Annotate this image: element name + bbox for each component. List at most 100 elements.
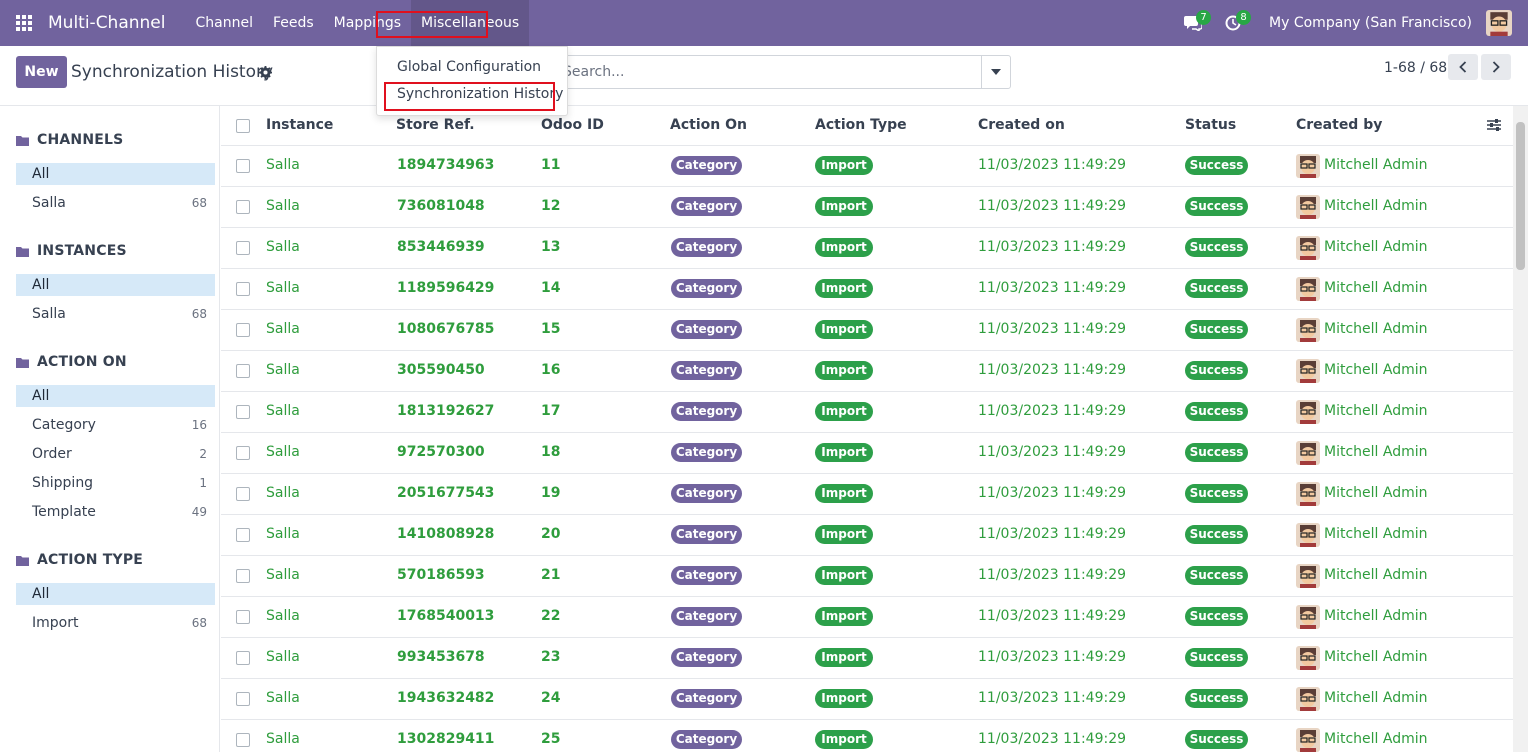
gear-icon[interactable] bbox=[259, 64, 272, 83]
section-title: ACTION TYPE bbox=[37, 552, 144, 568]
cell-instance: Salla bbox=[266, 649, 300, 665]
nav-channel[interactable]: Channel bbox=[185, 0, 262, 46]
row-checkbox[interactable] bbox=[236, 651, 250, 665]
cell-created-on: 11/03/2023 11:49:29 bbox=[978, 444, 1127, 460]
table-row[interactable]: Salla 1768540013 22 Category Import 11/03/202… bbox=[221, 597, 1513, 638]
column-action-on[interactable]: Action On bbox=[670, 117, 747, 133]
row-checkbox[interactable] bbox=[236, 241, 250, 255]
menu-item-synchronization-history[interactable]: Synchronization History bbox=[397, 86, 563, 102]
avatar bbox=[1296, 195, 1320, 219]
table-row[interactable]: Salla 736081048 12 Category Import 11/03/2023… bbox=[221, 187, 1513, 228]
filter-instance-all[interactable]: All bbox=[16, 274, 215, 296]
filter-action-on-category[interactable]: Category 16 bbox=[16, 414, 215, 436]
status-badge: Success bbox=[1185, 525, 1248, 544]
row-checkbox[interactable] bbox=[236, 159, 250, 173]
table-row[interactable]: Salla 1943632482 24 Category Import 11/03/202… bbox=[221, 679, 1513, 720]
row-checkbox[interactable] bbox=[236, 200, 250, 214]
pager-next[interactable] bbox=[1481, 54, 1511, 80]
row-checkbox[interactable] bbox=[236, 323, 250, 337]
filter-action-on-order[interactable]: Order 2 bbox=[16, 443, 215, 465]
pager-previous[interactable] bbox=[1448, 54, 1478, 80]
action-on-badge: Category bbox=[671, 402, 742, 421]
app-brand[interactable]: Multi-Channel bbox=[48, 13, 165, 33]
filter-channel-salla[interactable]: Salla 68 bbox=[16, 192, 215, 214]
avatar bbox=[1296, 728, 1320, 752]
row-checkbox[interactable] bbox=[236, 364, 250, 378]
cell-created-by: Mitchell Admin bbox=[1324, 731, 1428, 747]
activities-button[interactable]: 8 bbox=[1213, 0, 1253, 46]
column-status[interactable]: Status bbox=[1185, 117, 1236, 133]
row-checkbox[interactable] bbox=[236, 405, 250, 419]
cell-store-ref: 305590450 bbox=[397, 362, 485, 378]
table-row[interactable]: Salla 1080676785 15 Category Import 11/03/202… bbox=[221, 310, 1513, 351]
action-on-badge: Category bbox=[671, 197, 742, 216]
apps-menu-icon[interactable] bbox=[0, 0, 48, 46]
column-created-by[interactable]: Created by bbox=[1296, 117, 1382, 133]
table-row[interactable]: Salla 853446939 13 Category Import 11/03/2023… bbox=[221, 228, 1513, 269]
row-checkbox[interactable] bbox=[236, 692, 250, 706]
cell-created-on: 11/03/2023 11:49:29 bbox=[978, 403, 1127, 419]
row-checkbox[interactable] bbox=[236, 569, 250, 583]
column-store-ref[interactable]: Store Ref. bbox=[396, 117, 475, 133]
cell-instance: Salla bbox=[266, 321, 300, 337]
menu-item-global-configuration[interactable]: Global Configuration bbox=[397, 59, 541, 75]
filter-action-on-all[interactable]: All bbox=[16, 385, 215, 407]
status-badge: Success bbox=[1185, 402, 1248, 421]
messages-button[interactable]: 7 bbox=[1173, 0, 1213, 46]
filter-action-on-template[interactable]: Template 49 bbox=[16, 501, 215, 523]
row-checkbox[interactable] bbox=[236, 528, 250, 542]
table-row[interactable]: Salla 570186593 21 Category Import 11/03/2023… bbox=[221, 556, 1513, 597]
row-checkbox[interactable] bbox=[236, 487, 250, 501]
row-checkbox[interactable] bbox=[236, 733, 250, 747]
column-created-on[interactable]: Created on bbox=[978, 117, 1065, 133]
company-switcher[interactable]: My Company (San Francisco) bbox=[1269, 15, 1472, 31]
table-row[interactable]: Salla 1894734963 11 Category Import 11/03/202… bbox=[221, 146, 1513, 187]
filter-count: 1 bbox=[199, 476, 207, 490]
table-row[interactable]: Salla 1813192627 17 Category Import 11/03/202… bbox=[221, 392, 1513, 433]
table-row[interactable]: Salla 305590450 16 Category Import 11/03/2023… bbox=[221, 351, 1513, 392]
user-avatar[interactable] bbox=[1486, 10, 1512, 36]
avatar bbox=[1296, 523, 1320, 547]
action-on-badge: Category bbox=[671, 525, 742, 544]
filter-channel-all[interactable]: All bbox=[16, 163, 215, 185]
column-instance[interactable]: Instance bbox=[266, 117, 333, 133]
select-all-checkbox[interactable] bbox=[236, 119, 250, 133]
action-on-badge: Category bbox=[671, 566, 742, 585]
new-button[interactable]: New bbox=[16, 56, 67, 88]
avatar bbox=[1296, 277, 1320, 301]
vertical-scrollbar[interactable] bbox=[1513, 106, 1528, 752]
table-row[interactable]: Salla 1302829411 25 Category Import 11/03/202… bbox=[221, 720, 1513, 752]
table-row[interactable]: Salla 993453678 23 Category Import 11/03/2023… bbox=[221, 638, 1513, 679]
cell-created-on: 11/03/2023 11:49:29 bbox=[978, 485, 1127, 501]
nav-mappings[interactable]: Mappings bbox=[324, 0, 411, 46]
cell-created-on: 11/03/2023 11:49:29 bbox=[978, 321, 1127, 337]
cell-instance: Salla bbox=[266, 239, 300, 255]
avatar bbox=[1296, 400, 1320, 424]
optional-columns-icon[interactable] bbox=[1487, 118, 1501, 136]
filter-action-type-all[interactable]: All bbox=[16, 583, 215, 605]
nav-feeds[interactable]: Feeds bbox=[263, 0, 324, 46]
pager-value[interactable]: 1-68 / 68 bbox=[1384, 60, 1447, 76]
table-row[interactable]: Salla 1189596429 14 Category Import 11/03/202… bbox=[221, 269, 1513, 310]
filter-count: 68 bbox=[191, 196, 207, 210]
cell-created-by: Mitchell Admin bbox=[1324, 321, 1428, 337]
column-action-type[interactable]: Action Type bbox=[815, 117, 907, 133]
row-checkbox[interactable] bbox=[236, 282, 250, 296]
filter-action-on-shipping[interactable]: Shipping 1 bbox=[16, 472, 215, 494]
nav-miscellaneous[interactable]: Miscellaneous bbox=[411, 0, 530, 46]
cell-instance: Salla bbox=[266, 280, 300, 296]
search-options-toggle[interactable] bbox=[981, 55, 1011, 89]
scrollbar-thumb[interactable] bbox=[1516, 122, 1525, 270]
filter-instance-salla[interactable]: Salla 68 bbox=[16, 303, 215, 325]
row-checkbox[interactable] bbox=[236, 446, 250, 460]
filter-action-type-import[interactable]: Import 68 bbox=[16, 612, 215, 634]
table-row[interactable]: Salla 2051677543 19 Category Import 11/03/202… bbox=[221, 474, 1513, 515]
column-odoo-id[interactable]: Odoo ID bbox=[541, 117, 604, 133]
cell-odoo-id: 11 bbox=[541, 157, 561, 173]
search-input[interactable]: Search... bbox=[548, 55, 982, 89]
action-type-badge: Import bbox=[815, 156, 873, 175]
table-row[interactable]: Salla 1410808928 20 Category Import 11/03/202… bbox=[221, 515, 1513, 556]
cell-store-ref: 1302829411 bbox=[397, 731, 495, 747]
row-checkbox[interactable] bbox=[236, 610, 250, 624]
table-row[interactable]: Salla 972570300 18 Category Import 11/03/2023… bbox=[221, 433, 1513, 474]
